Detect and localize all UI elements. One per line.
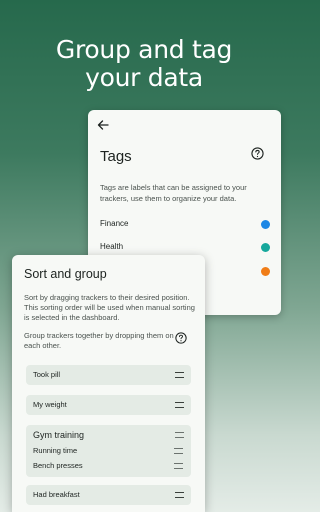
tracker-label: My weight (33, 400, 67, 409)
help-circle-icon[interactable] (251, 147, 264, 160)
drag-handle-icon[interactable] (175, 372, 184, 378)
tracker-row-my-weight[interactable]: My weight (26, 395, 191, 415)
drag-handle-icon[interactable] (175, 432, 184, 438)
tracker-label: Took pill (33, 370, 61, 379)
sort-page-title: Sort and group (24, 267, 107, 281)
headline: Group and tag your data (0, 36, 288, 92)
arrow-left-icon[interactable] (96, 118, 110, 132)
tag-row-health[interactable]: Health (100, 240, 272, 254)
tag-row-finance[interactable]: Finance (100, 217, 272, 231)
tag-label: Finance (100, 219, 129, 228)
headline-line-2: your data (85, 63, 203, 92)
group-item-running-time[interactable]: Running time (33, 445, 183, 457)
tags-description: Tags are labels that can be assigned to … (100, 183, 247, 203)
group-description: Group trackers together by dropping them… (24, 331, 174, 350)
tag-color-dot (261, 243, 270, 252)
tracker-row-had-breakfast[interactable]: Had breakfast (26, 485, 191, 505)
group-title: Gym training (33, 430, 85, 440)
tracker-group-gym-training[interactable]: Gym training Running time Bench presses (26, 425, 191, 477)
drag-handle-icon[interactable] (175, 402, 184, 408)
drag-handle-icon[interactable] (175, 492, 184, 498)
drag-handle-icon[interactable] (174, 448, 183, 454)
group-item-label: Bench presses (33, 461, 83, 470)
sort-description: Sort by dragging trackers to their desir… (24, 293, 195, 322)
tracker-row-took-pill[interactable]: Took pill (26, 365, 191, 385)
group-item-bench-presses[interactable]: Bench presses (33, 460, 183, 472)
tag-label: Health (100, 242, 124, 251)
headline-line-1: Group and tag (55, 35, 233, 64)
group-item-label: Running time (33, 446, 78, 455)
tags-page-title: Tags (100, 148, 132, 165)
tag-color-dot (261, 267, 270, 276)
sort-group-screen-card: Sort and group Sort by dragging trackers… (12, 255, 205, 512)
help-circle-icon[interactable] (175, 332, 187, 344)
drag-handle-icon[interactable] (174, 463, 183, 469)
tracker-label: Had breakfast (33, 490, 80, 499)
tag-color-dot (261, 220, 270, 229)
